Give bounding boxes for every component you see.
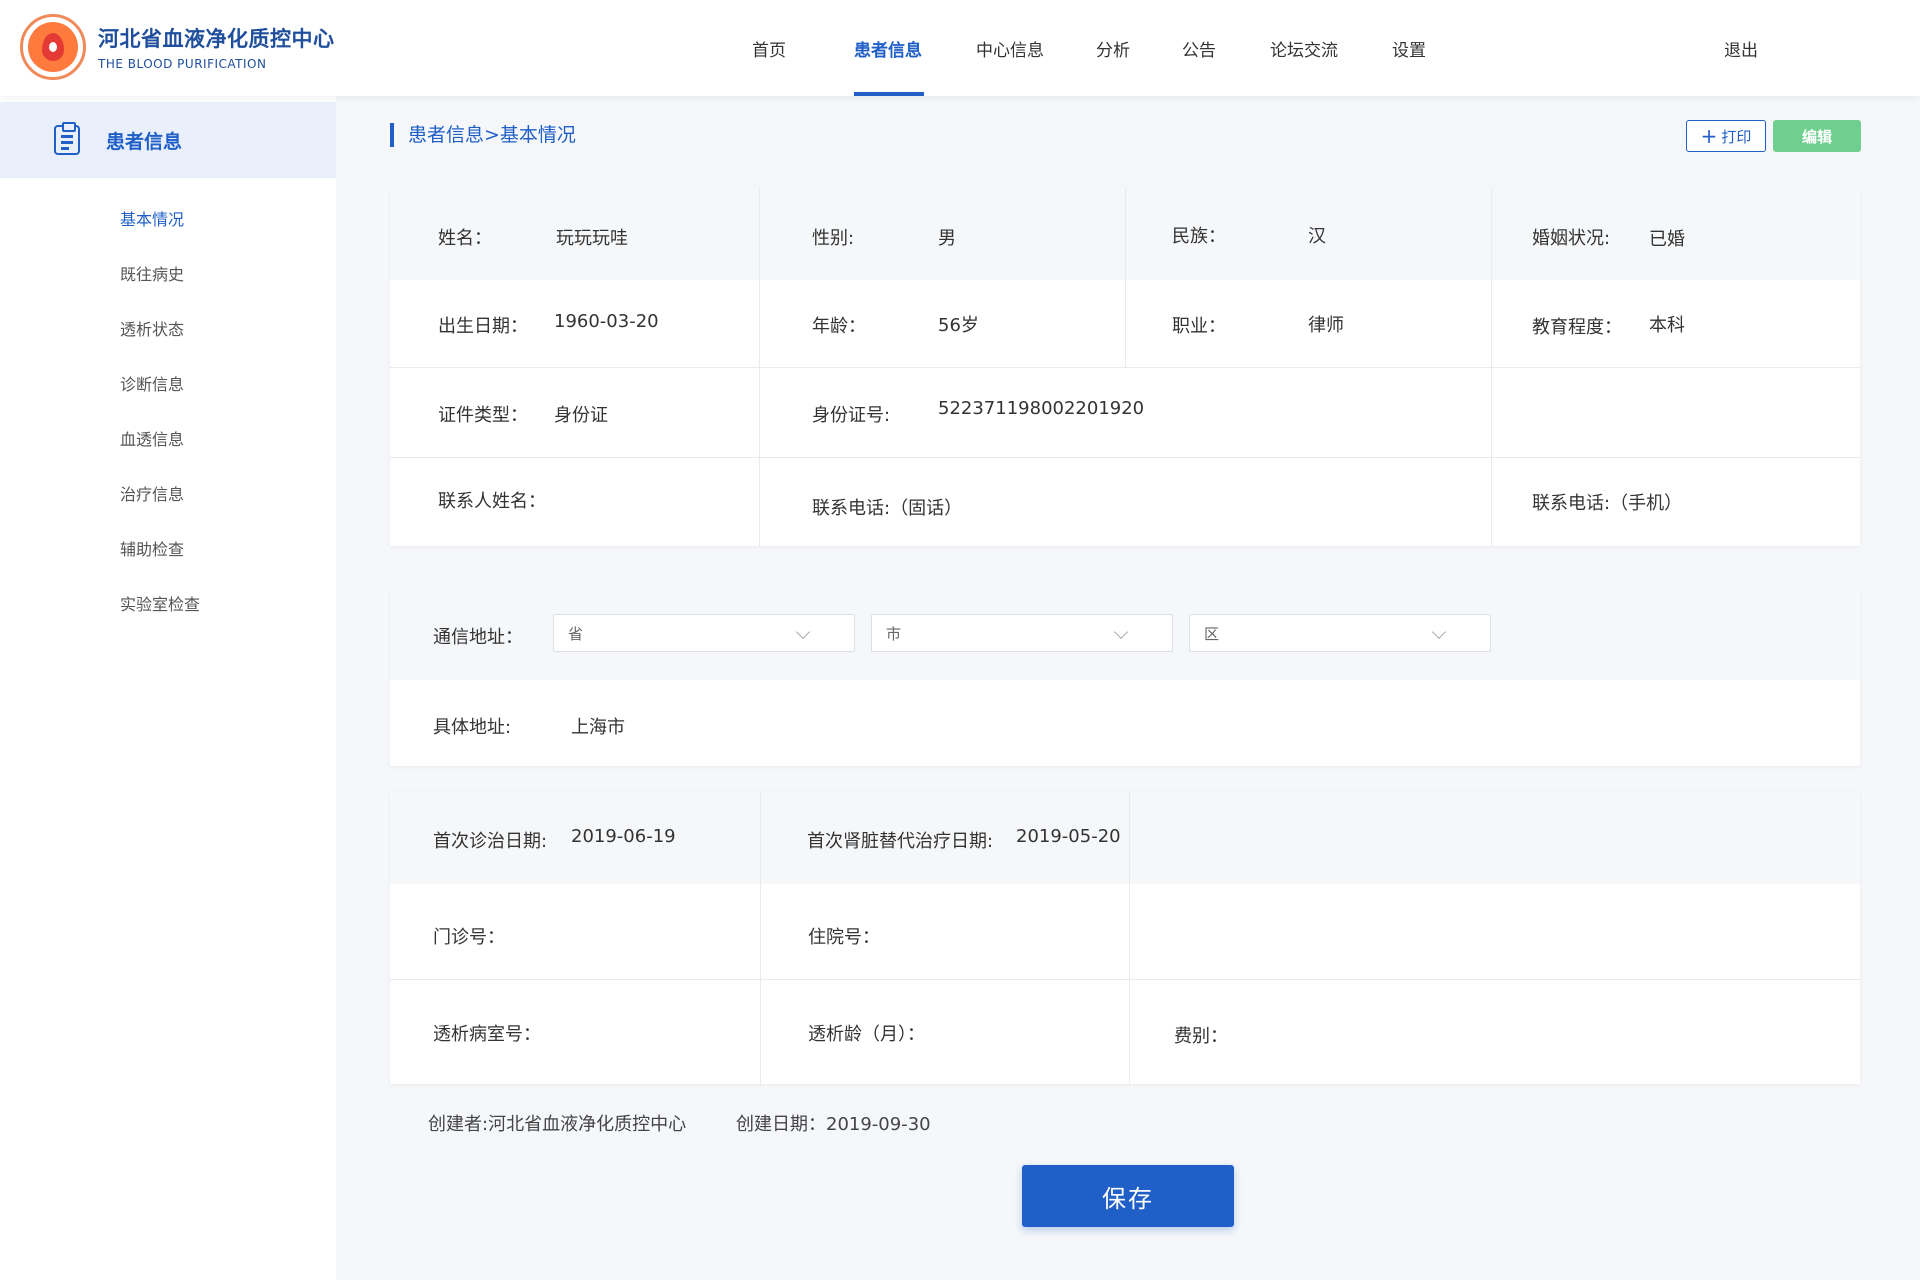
ethnicity-value: 汉 — [1308, 226, 1326, 247]
created-date-text: 创建日期：2019-09-30 — [736, 1114, 931, 1135]
save-button[interactable]: 保存 — [1022, 1165, 1234, 1227]
logo[interactable]: 河北省血液净化质控中心 THE BLOOD PURIFICATION — [20, 14, 335, 80]
sidebar: 患者信息 基本情况 既往病史 透析状态 诊断信息 血透信息 治疗信息 辅助检查 … — [0, 96, 336, 1280]
detail-address-label: 具体地址: — [433, 717, 512, 738]
chevron-down-icon — [1113, 624, 1129, 640]
edit-button[interactable]: 编辑 — [1773, 120, 1861, 152]
chevron-down-icon — [795, 624, 811, 640]
city-placeholder: 市 — [886, 624, 902, 643]
inpatient-label: 住院号： — [808, 927, 880, 948]
idtype-label: 证件类型： — [438, 405, 528, 426]
top-header: 河北省血液净化质控中心 THE BLOOD PURIFICATION 首页 患者… — [0, 0, 1920, 96]
nav-forum[interactable]: 论坛交流 — [1270, 0, 1338, 96]
name-value: 玩玩玩哇 — [556, 228, 628, 249]
sidebar-item-auxiliary-exam[interactable]: 辅助检查 — [0, 520, 336, 575]
sidebar-menu: 基本情况 既往病史 透析状态 诊断信息 血透信息 治疗信息 辅助检查 实验室检查 — [0, 190, 336, 630]
birth-label: 出生日期： — [438, 316, 528, 337]
basic-info-card: 姓名： 玩玩玩哇 性别: 男 民族： 汉 婚姻状况: 已婚 出生日期： 1960… — [390, 188, 1860, 546]
first-visit-label: 首次诊治日期: — [433, 831, 548, 852]
marital-label: 婚姻状况: — [1532, 228, 1611, 249]
sidebar-item-history[interactable]: 既往病史 — [0, 245, 336, 300]
logo-title: 河北省血液净化质控中心 — [98, 27, 335, 51]
nav-notice[interactable]: 公告 — [1182, 0, 1216, 96]
gender-label: 性别: — [812, 228, 855, 249]
job-value: 律师 — [1308, 315, 1344, 336]
marital-value: 已婚 — [1649, 229, 1685, 250]
nav-settings[interactable]: 设置 — [1392, 0, 1426, 96]
outpatient-label: 门诊号： — [433, 927, 505, 948]
detail-address-value: 上海市 — [571, 717, 625, 738]
fee-type-label: 费别： — [1174, 1026, 1228, 1047]
dialysis-age-label: 透析龄（月）： — [808, 1024, 925, 1045]
ethnicity-label: 民族： — [1172, 226, 1226, 247]
print-label: 打印 — [1721, 127, 1752, 146]
sidebar-header[interactable]: 患者信息 — [0, 102, 336, 178]
logo-subtitle: THE BLOOD PURIFICATION — [98, 57, 267, 71]
creator-text: 创建者:河北省血液净化质控中心 — [428, 1114, 687, 1135]
logo-icon — [20, 14, 86, 80]
sidebar-item-treatment[interactable]: 治疗信息 — [0, 465, 336, 520]
district-placeholder: 区 — [1204, 624, 1220, 643]
first-rrt-label: 首次肾脏替代治疗日期: — [807, 831, 994, 852]
nav-home[interactable]: 首页 — [752, 0, 834, 96]
print-button[interactable]: + 打印 — [1686, 120, 1766, 152]
ward-label: 透析病室号： — [433, 1024, 541, 1045]
idtype-value: 身份证 — [554, 405, 608, 426]
chevron-down-icon — [1431, 624, 1447, 640]
gender-value: 男 — [938, 228, 956, 249]
age-value: 56岁 — [938, 315, 979, 336]
city-select[interactable]: 市 — [871, 614, 1173, 652]
idno-value: 522371198002201920 — [938, 398, 1145, 419]
province-placeholder: 省 — [568, 624, 584, 643]
breadcrumb: 患者信息>基本情况 — [390, 123, 576, 147]
nav-patient-info[interactable]: 患者信息 — [854, 0, 924, 96]
mail-address-label: 通信地址： — [433, 627, 523, 648]
birth-value: 1960-03-20 — [554, 311, 659, 332]
sidebar-title: 患者信息 — [106, 130, 183, 153]
education-label: 教育程度： — [1532, 317, 1622, 338]
contact-name-label: 联系人姓名： — [438, 491, 546, 512]
nav-center-info[interactable]: 中心信息 — [976, 0, 1044, 96]
job-label: 职业： — [1172, 316, 1226, 337]
sidebar-item-diagnosis[interactable]: 诊断信息 — [0, 355, 336, 410]
sidebar-item-lab-exam[interactable]: 实验室检查 — [0, 575, 336, 630]
address-card: 通信地址： 省 市 区 具体地址: 上海市 — [390, 588, 1860, 766]
logout-link[interactable]: 退出 — [1724, 0, 1758, 96]
sidebar-item-dialysis-status[interactable]: 透析状态 — [0, 300, 336, 355]
treatment-card: 首次诊治日期: 2019-06-19 首次肾脏替代治疗日期: 2019-05-2… — [390, 792, 1860, 1084]
phone-fixed-label: 联系电话:（固话） — [812, 498, 963, 519]
name-label: 姓名： — [438, 228, 492, 249]
phone-mobile-label: 联系电话:（手机） — [1532, 493, 1683, 514]
first-visit-value: 2019-06-19 — [571, 826, 676, 847]
sidebar-item-basic[interactable]: 基本情况 — [0, 190, 336, 245]
clipboard-icon — [54, 122, 80, 155]
nav-analysis[interactable]: 分析 — [1096, 0, 1130, 96]
first-rrt-value: 2019-05-20 — [1016, 826, 1121, 847]
plus-icon: + — [1700, 124, 1718, 148]
sidebar-item-hemodialysis[interactable]: 血透信息 — [0, 410, 336, 465]
district-select[interactable]: 区 — [1189, 614, 1491, 652]
age-label: 年龄： — [812, 316, 866, 337]
main-nav: 首页 患者信息 中心信息 分析 公告 论坛交流 设置 — [752, 0, 1426, 96]
province-select[interactable]: 省 — [553, 614, 855, 652]
education-value: 本科 — [1649, 315, 1685, 336]
main-content: 患者信息>基本情况 + 打印 编辑 姓名： 玩玩玩哇 性别: 男 民族： 汉 婚… — [390, 96, 1861, 1244]
idno-label: 身份证号: — [812, 405, 891, 426]
